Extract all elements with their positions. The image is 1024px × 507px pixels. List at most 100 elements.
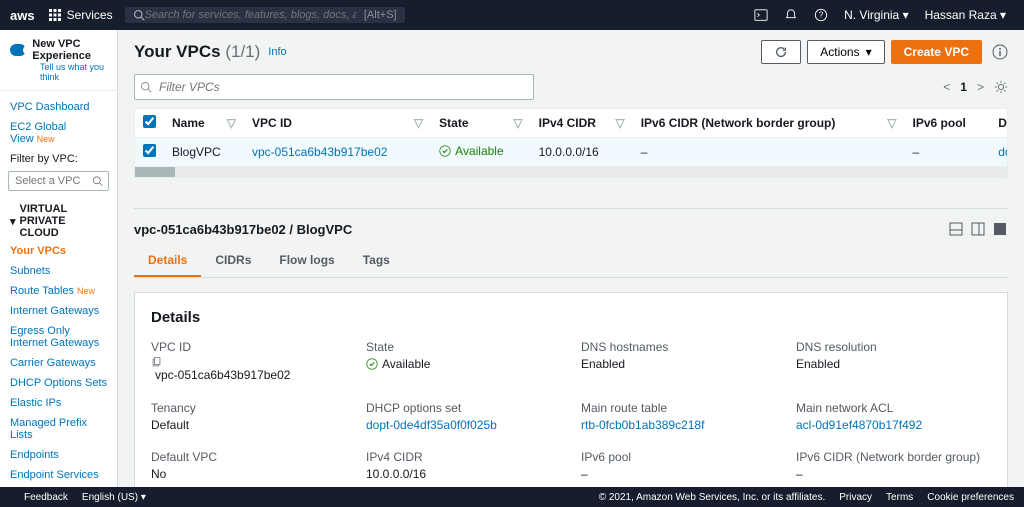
copy-icon[interactable] <box>151 357 346 368</box>
col-ipv6-pool[interactable]: IPv6 pool <box>905 109 991 138</box>
search-icon <box>92 176 103 187</box>
tab-tags[interactable]: Tags <box>349 245 404 277</box>
sidebar: New VPC Experience Tell us what you thin… <box>0 30 118 487</box>
cell-state: Available <box>439 144 503 158</box>
value-ipv4-cidr: 10.0.0.0/16 <box>366 467 561 481</box>
cell-name: BlogVPC <box>164 138 244 167</box>
tab-details[interactable]: Details <box>134 245 201 277</box>
tab-flow-logs[interactable]: Flow logs <box>265 245 348 277</box>
vpc-table: Name▽ VPC ID▽ State▽ IPv4 CIDR▽ IPv6 CID… <box>134 108 1008 178</box>
create-vpc-button[interactable]: Create VPC <box>891 40 982 64</box>
info-link[interactable]: Info <box>268 46 286 58</box>
value-vpc-id: vpc-051ca6b43b917be02 <box>151 357 346 383</box>
tab-cidrs[interactable]: CIDRs <box>201 245 265 277</box>
top-nav: aws Services [Alt+S] ? N. Virginia ▾ Has… <box>0 0 1024 30</box>
new-experience-label: New VPC Experience <box>32 38 107 62</box>
label-default-vpc: Default VPC <box>151 450 346 464</box>
refresh-icon <box>774 45 788 59</box>
col-state[interactable]: State▽ <box>431 109 530 138</box>
layout-full-icon[interactable] <box>992 221 1008 237</box>
aws-logo[interactable]: aws <box>10 8 35 23</box>
col-vpc-id[interactable]: VPC ID▽ <box>244 109 431 138</box>
value-dns-resolution: Enabled <box>796 357 991 371</box>
cell-ipv6-cidr: – <box>633 138 905 167</box>
nav-vpc-dashboard[interactable]: VPC Dashboard <box>0 97 117 117</box>
label-ipv4-cidr: IPv4 CIDR <box>366 450 561 464</box>
value-main-route-table[interactable]: rtb-0fcb0b1ab389c218f <box>581 418 776 432</box>
search-icon <box>133 9 145 21</box>
value-ipv6-cidr: – <box>796 467 991 481</box>
col-name[interactable]: Name▽ <box>164 109 244 138</box>
copyright: © 2021, Amazon Web Services, Inc. or its… <box>599 492 826 503</box>
footer: Feedback English (US) ▾ © 2021, Amazon W… <box>0 487 1024 507</box>
terms-link[interactable]: Terms <box>886 492 913 503</box>
table-settings-icon[interactable] <box>994 80 1008 94</box>
language-selector[interactable]: English (US) ▾ <box>82 492 146 503</box>
layout-bottom-icon[interactable] <box>948 221 964 237</box>
label-ipv6-cidr: IPv6 CIDR (Network border group) <box>796 450 991 464</box>
help-panel-icon[interactable] <box>992 44 1008 60</box>
help-icon[interactable]: ? <box>814 8 828 22</box>
nav-endpoints[interactable]: Endpoints <box>0 445 117 465</box>
account-menu[interactable]: Hassan Raza ▾ <box>925 8 1006 22</box>
cell-vpc-id[interactable]: vpc-051ca6b43b917be02 <box>252 145 387 159</box>
value-ipv6-pool: – <box>581 467 776 481</box>
feedback-link[interactable]: Feedback <box>24 492 68 503</box>
region-selector[interactable]: N. Virginia ▾ <box>844 8 909 22</box>
privacy-link[interactable]: Privacy <box>839 492 872 503</box>
value-default-vpc: No <box>151 467 346 481</box>
nav-prefix-lists[interactable]: Managed Prefix Lists <box>0 413 117 445</box>
details-heading: Details <box>151 309 991 326</box>
detail-title: vpc-051ca6b43b917be02 / BlogVPC <box>134 222 352 237</box>
page-number: 1 <box>960 80 967 94</box>
value-main-nacl[interactable]: acl-0d91ef4870b17f492 <box>796 418 991 432</box>
label-dhcp: DHCP options set <box>366 401 561 415</box>
page-title: Your VPCs (1/1) <box>134 42 260 62</box>
nav-egress-gateways[interactable]: Egress Only Internet Gateways <box>0 321 117 353</box>
section-vpc[interactable]: ▾VIRTUAL PRIVATE CLOUD <box>0 197 117 241</box>
global-search[interactable]: [Alt+S] <box>125 7 405 23</box>
cloudshell-icon[interactable] <box>754 8 768 22</box>
value-tenancy: Default <box>151 418 346 432</box>
search-shortcut: [Alt+S] <box>364 9 397 21</box>
actions-button[interactable]: Actions▾ <box>807 40 884 64</box>
nav-subnets[interactable]: Subnets <box>0 261 117 281</box>
select-all-checkbox[interactable] <box>143 115 156 128</box>
value-dhcp[interactable]: dopt-0de4df35a0f0f025b <box>366 418 561 432</box>
row-checkbox[interactable] <box>143 144 156 157</box>
nav-your-vpcs[interactable]: Your VPCs <box>0 241 117 261</box>
layout-side-icon[interactable] <box>970 221 986 237</box>
detail-tabs: Details CIDRs Flow logs Tags <box>134 245 1008 278</box>
nav-internet-gateways[interactable]: Internet Gateways <box>0 301 117 321</box>
services-menu[interactable]: Services <box>67 8 113 22</box>
nav-endpoint-services[interactable]: Endpoint Services <box>0 465 117 485</box>
col-ipv4-cidr[interactable]: IPv4 CIDR▽ <box>531 109 633 138</box>
nav-carrier-gateways[interactable]: Carrier Gateways <box>0 353 117 373</box>
col-dhcp[interactable]: DHCP options set <box>990 109 1008 138</box>
cell-dhcp[interactable]: dopt-0de4df35a0f <box>998 145 1008 159</box>
refresh-button[interactable] <box>761 40 801 64</box>
nav-dhcp-options[interactable]: DHCP Options Sets <box>0 373 117 393</box>
value-dns-hostnames: Enabled <box>581 357 776 371</box>
new-experience-toggle[interactable] <box>10 44 26 56</box>
col-ipv6-cidr[interactable]: IPv6 CIDR (Network border group)▽ <box>633 109 905 138</box>
nav-elastic-ips[interactable]: Elastic IPs <box>0 393 117 413</box>
table-row[interactable]: BlogVPC vpc-051ca6b43b917be02 Available … <box>135 138 1008 167</box>
svg-text:?: ? <box>819 11 824 20</box>
feedback-link[interactable]: Tell us what you think <box>40 62 107 82</box>
services-grid-icon[interactable] <box>49 9 61 21</box>
nav-ec2-global[interactable]: EC2 Global ViewNew <box>0 117 117 149</box>
nav-route-tables[interactable]: Route TablesNew <box>0 281 117 301</box>
details-card: Details VPC ID vpc-051ca6b43b917be02 Sta… <box>134 292 1008 487</box>
label-ipv6-pool: IPv6 pool <box>581 450 776 464</box>
cookies-link[interactable]: Cookie preferences <box>927 492 1014 503</box>
next-page-button[interactable]: > <box>977 80 984 94</box>
value-state: Available <box>366 357 430 371</box>
filter-vpcs-input[interactable] <box>134 74 534 100</box>
prev-page-button[interactable]: < <box>943 80 950 94</box>
horizontal-scrollbar[interactable] <box>135 167 1007 177</box>
notifications-icon[interactable] <box>784 8 798 22</box>
pagination: < 1 > <box>943 80 1008 94</box>
label-main-route-table: Main route table <box>581 401 776 415</box>
global-search-input[interactable] <box>145 9 356 21</box>
